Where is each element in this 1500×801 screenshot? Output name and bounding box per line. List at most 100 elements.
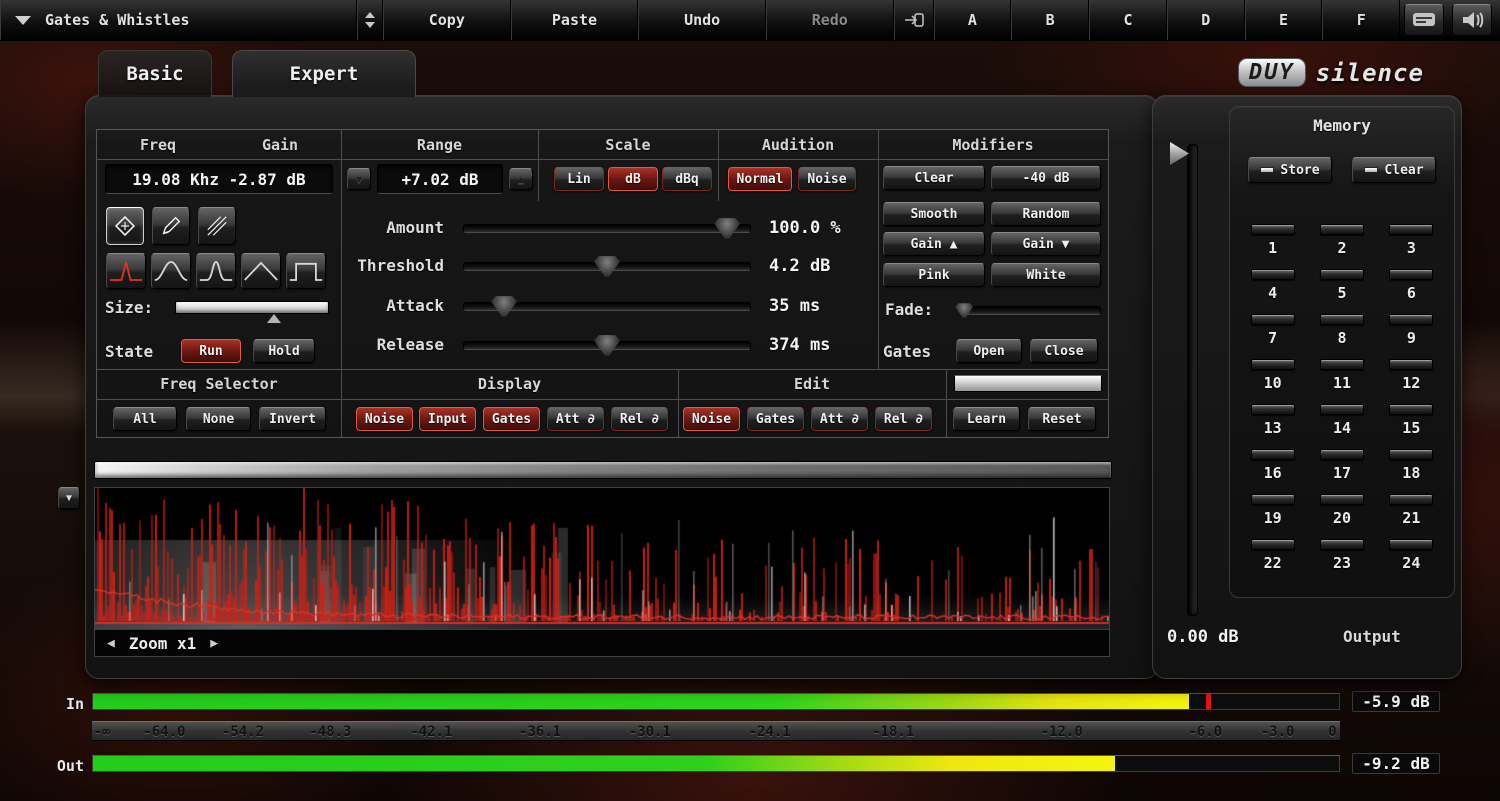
copy-button[interactable]: Copy xyxy=(383,0,511,40)
modifier-smooth-button[interactable]: Smooth xyxy=(883,202,985,226)
display-input-button[interactable]: Input xyxy=(419,407,476,431)
select-tool-button[interactable] xyxy=(106,207,144,245)
memory-clear-button[interactable]: Clear xyxy=(1352,157,1436,183)
memory-slot-button[interactable] xyxy=(1251,314,1295,325)
tab-expert[interactable]: Expert xyxy=(232,50,416,97)
modifier-random-button[interactable]: Random xyxy=(991,202,1101,226)
preset-stepper[interactable] xyxy=(357,0,383,40)
modifier-gain-down-button[interactable]: Gain ▼ xyxy=(991,232,1101,256)
gates-open-button[interactable]: Open xyxy=(956,339,1022,363)
fade-slider[interactable] xyxy=(959,306,1101,315)
amount-slider[interactable] xyxy=(463,224,751,233)
tab-basic[interactable]: Basic xyxy=(98,50,212,97)
range-up-button[interactable]: ▲ xyxy=(509,168,533,190)
undo-button[interactable]: Undo xyxy=(638,0,766,40)
spectrum-marker-handle[interactable]: ▼ xyxy=(58,487,80,509)
scale-db-button[interactable]: dB xyxy=(608,167,658,191)
display-noise-button[interactable]: Noise xyxy=(356,407,413,431)
hatch-tool-button[interactable] xyxy=(198,207,236,245)
output-fader-track[interactable] xyxy=(1187,144,1198,616)
zoom-out-button[interactable]: ◀ xyxy=(107,636,115,651)
memory-slot-button[interactable] xyxy=(1389,269,1433,280)
modifier-pink-button[interactable]: Pink xyxy=(883,263,985,287)
memory-slot-button[interactable] xyxy=(1389,494,1433,505)
learn-button[interactable]: Learn xyxy=(953,407,1020,431)
memory-slot-button[interactable] xyxy=(1320,359,1364,370)
shape-square-button[interactable] xyxy=(286,253,326,289)
shape-sharp-peak-button[interactable] xyxy=(106,253,146,289)
modifier-clear-button[interactable]: Clear xyxy=(883,166,985,190)
edit-rel-button[interactable]: Rel ∂ xyxy=(875,407,932,431)
memory-slot-button[interactable] xyxy=(1389,359,1433,370)
spectrum-canvas[interactable] xyxy=(95,488,1109,630)
edit-noise-button[interactable]: Noise xyxy=(683,407,740,431)
slot-d-button[interactable]: D xyxy=(1167,0,1245,40)
memory-slot-button[interactable] xyxy=(1251,224,1295,235)
size-slider[interactable] xyxy=(175,301,329,314)
paste-button[interactable]: Paste xyxy=(511,0,639,40)
shape-triangle-button[interactable] xyxy=(241,253,281,289)
edit-att-button[interactable]: Att ∂ xyxy=(811,407,868,431)
shape-wide-bell-button[interactable] xyxy=(151,253,191,289)
slot-f-button[interactable]: F xyxy=(1322,0,1400,40)
release-slider[interactable] xyxy=(463,341,751,350)
memory-slot-button[interactable] xyxy=(1251,449,1295,460)
modifier-gain-up-button[interactable]: Gain ▲ xyxy=(883,232,985,256)
slot-a-button[interactable]: A xyxy=(934,0,1012,40)
shape-narrow-bell-button[interactable] xyxy=(196,253,236,289)
scale-dbq-button[interactable]: dBq xyxy=(662,167,712,191)
pencil-tool-button[interactable] xyxy=(152,207,190,245)
state-hold-button[interactable]: Hold xyxy=(253,339,315,363)
preset-selector[interactable]: Gates & Whistles xyxy=(0,0,357,40)
memory-slot-button[interactable] xyxy=(1320,539,1364,550)
memory-slot-button[interactable] xyxy=(1251,359,1295,370)
modifier-white-button[interactable]: White xyxy=(991,263,1101,287)
memory-store-button[interactable]: Store xyxy=(1248,157,1332,183)
memory-slot-button[interactable] xyxy=(1251,404,1295,415)
display-att-button[interactable]: Att ∂ xyxy=(547,407,604,431)
freq-select-none-button[interactable]: None xyxy=(186,407,251,431)
store-to-slot-button[interactable] xyxy=(894,0,934,40)
range-down-button[interactable]: ▼ xyxy=(347,168,371,190)
fade-slider-thumb[interactable] xyxy=(955,303,973,318)
memory-slot-button[interactable] xyxy=(1389,539,1433,550)
attack-slider-thumb[interactable] xyxy=(491,296,517,317)
display-gates-button[interactable]: Gates xyxy=(483,407,540,431)
attack-slider[interactable] xyxy=(463,302,751,311)
state-run-button[interactable]: Run xyxy=(181,339,241,363)
memory-slot-button[interactable] xyxy=(1389,224,1433,235)
freq-select-all-button[interactable]: All xyxy=(113,407,177,431)
memory-slot-button[interactable] xyxy=(1320,224,1364,235)
gates-close-button[interactable]: Close xyxy=(1030,339,1098,363)
audio-monitor-button[interactable] xyxy=(1452,4,1492,36)
memory-slot-button[interactable] xyxy=(1251,269,1295,280)
slot-b-button[interactable]: B xyxy=(1011,0,1089,40)
slot-e-button[interactable]: E xyxy=(1245,0,1323,40)
freq-select-invert-button[interactable]: Invert xyxy=(259,407,326,431)
modifier-minus40db-button[interactable]: -40 dB xyxy=(991,166,1101,190)
memory-slot-button[interactable] xyxy=(1320,269,1364,280)
memory-slot-button[interactable] xyxy=(1389,449,1433,460)
threshold-slider-thumb[interactable] xyxy=(594,256,620,277)
edit-gates-button[interactable]: Gates xyxy=(747,407,804,431)
amount-slider-thumb[interactable] xyxy=(714,218,740,239)
slot-c-button[interactable]: C xyxy=(1089,0,1167,40)
zoom-in-button[interactable]: ▶ xyxy=(210,636,218,651)
audition-noise-button[interactable]: Noise xyxy=(798,167,856,191)
memory-slot-button[interactable] xyxy=(1389,404,1433,415)
memory-slot-button[interactable] xyxy=(1320,314,1364,325)
memory-slot-button[interactable] xyxy=(1251,494,1295,505)
memory-slot-button[interactable] xyxy=(1320,404,1364,415)
memory-slot-button[interactable] xyxy=(1320,494,1364,505)
memory-slot-button[interactable] xyxy=(1320,449,1364,460)
keyboard-button[interactable] xyxy=(1404,4,1444,36)
audition-normal-button[interactable]: Normal xyxy=(728,167,792,191)
spectrum-display[interactable]: ◀ Zoom x1 ▶ xyxy=(94,487,1110,657)
release-slider-thumb[interactable] xyxy=(594,335,620,356)
reset-button[interactable]: Reset xyxy=(1028,407,1096,431)
memory-slot-button[interactable] xyxy=(1251,539,1295,550)
redo-button[interactable]: Redo xyxy=(766,0,894,40)
memory-slot-button[interactable] xyxy=(1389,314,1433,325)
threshold-slider[interactable] xyxy=(463,262,751,271)
scale-lin-button[interactable]: Lin xyxy=(554,167,604,191)
